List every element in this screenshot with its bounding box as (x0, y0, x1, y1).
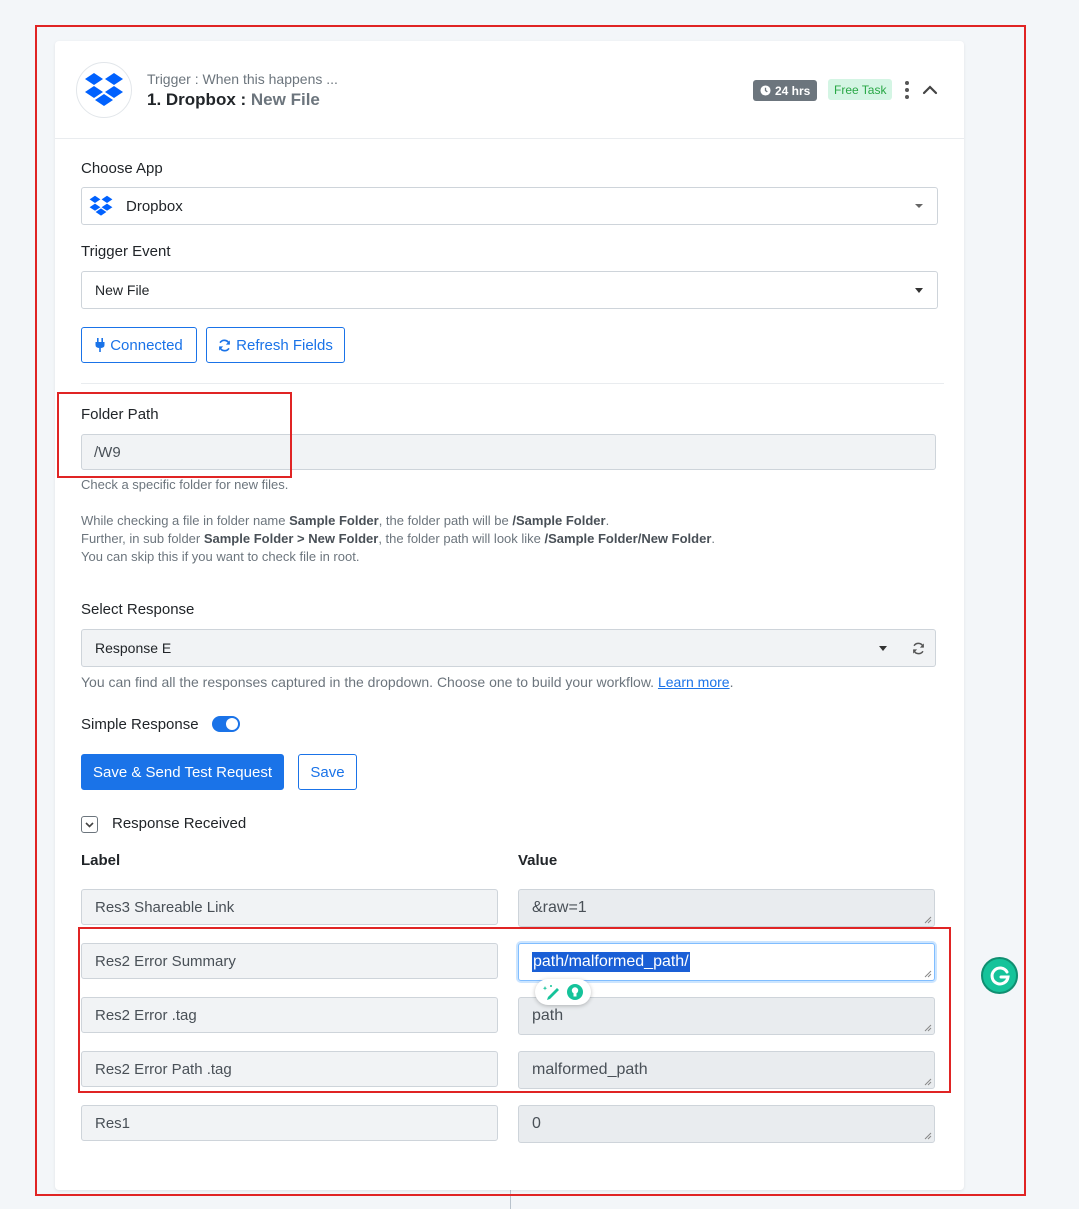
trigger-title-event: New File (250, 90, 320, 109)
resize-handle-icon[interactable] (924, 1078, 932, 1086)
folder-path-help-2: While checking a file in folder name Sam… (81, 513, 610, 528)
select-response-select[interactable]: Response E (81, 629, 902, 667)
label-column-header: Label (81, 852, 121, 869)
caret-down-icon (915, 288, 923, 293)
chevron-down-icon (85, 822, 94, 828)
folder-path-input[interactable]: /W9 (81, 434, 936, 470)
resize-handle-icon[interactable] (924, 1024, 932, 1032)
save-send-test-button[interactable]: Save & Send Test Request (81, 754, 284, 790)
clock-icon (760, 85, 771, 96)
folder-path-label: Folder Path (81, 406, 159, 423)
response-row-label[interactable]: Res3 Shareable Link (81, 889, 498, 925)
refresh-fields-button-label: Refresh Fields (236, 336, 333, 354)
response-received-label: Response Received (112, 815, 247, 832)
grammarly-toolbar[interactable] (535, 979, 591, 1005)
trigger-event-value: New File (95, 282, 150, 298)
dropbox-icon (89, 195, 113, 216)
connected-button[interactable]: Connected (81, 327, 197, 363)
connector-line (510, 1190, 511, 1209)
pencil-sparkle-icon[interactable] (542, 983, 562, 1001)
response-row-label[interactable]: Res1 (81, 1105, 498, 1141)
learn-more-link[interactable]: Learn more (658, 674, 730, 690)
section-divider (81, 383, 944, 384)
refresh-responses-button[interactable] (901, 629, 936, 667)
hours-badge-text: 24 hrs (775, 83, 811, 98)
kebab-icon[interactable] (903, 81, 911, 99)
dropbox-icon (85, 73, 123, 106)
card-header[interactable]: Trigger : When this happens ... 1. Dropb… (55, 41, 964, 139)
response-row-label[interactable]: Res2 Error .tag (81, 997, 498, 1033)
choose-app-value: Dropbox (126, 197, 183, 215)
resize-handle-icon[interactable] (924, 1132, 932, 1140)
save-button[interactable]: Save (298, 754, 357, 790)
folder-path-help-1: Check a specific folder for new files. (81, 477, 289, 492)
trigger-subtitle: Trigger : When this happens ... (147, 71, 338, 87)
response-received-toggle[interactable] (81, 816, 98, 833)
response-row-label[interactable]: Res2 Error Path .tag (81, 1051, 498, 1087)
chevron-up-icon[interactable] (921, 81, 939, 99)
response-row-value[interactable]: &raw=1 (518, 889, 935, 927)
app-logo (76, 62, 132, 118)
connected-button-label: Connected (110, 336, 183, 354)
value-column-header: Value (518, 852, 558, 869)
hours-badge: 24 hrs (753, 80, 818, 101)
lightbulb-icon[interactable] (566, 983, 584, 1001)
choose-app-label: Choose App (81, 160, 163, 177)
trigger-title: 1. Dropbox : New File (147, 90, 320, 110)
simple-response-label: Simple Response (81, 716, 199, 733)
choose-app-select[interactable]: Dropbox (81, 187, 938, 225)
caret-down-icon (879, 646, 887, 651)
refresh-fields-button[interactable]: Refresh Fields (206, 327, 345, 363)
response-row-value[interactable]: malformed_path (518, 1051, 935, 1089)
resize-handle-icon[interactable] (924, 916, 932, 924)
select-response-help: You can find all the responses captured … (81, 674, 734, 690)
trigger-event-select[interactable]: New File (81, 271, 938, 309)
trigger-card: Trigger : When this happens ... 1. Dropb… (55, 41, 964, 1190)
trigger-title-app: 1. Dropbox : (147, 90, 247, 109)
refresh-icon (219, 339, 231, 351)
free-task-badge: Free Task (828, 79, 893, 100)
folder-path-help-3: Further, in sub folder Sample Folder > N… (81, 531, 716, 546)
grammarly-g-icon (990, 966, 1010, 985)
caret-down-icon (915, 204, 923, 208)
grammarly-icon[interactable] (981, 957, 1018, 994)
folder-path-help-4: You can skip this if you want to check f… (81, 549, 360, 564)
plug-icon (95, 338, 105, 352)
simple-response-toggle[interactable] (212, 716, 240, 732)
trigger-event-label: Trigger Event (81, 243, 171, 260)
resize-handle-icon[interactable] (924, 970, 932, 978)
refresh-icon (912, 642, 924, 654)
response-row-value[interactable]: 0 (518, 1105, 935, 1143)
response-row-value-active[interactable]: path/malformed_path/ (518, 943, 935, 981)
select-response-value: Response E (95, 640, 172, 656)
response-row-label[interactable]: Res2 Error Summary (81, 943, 498, 979)
select-response-label: Select Response (81, 601, 195, 618)
